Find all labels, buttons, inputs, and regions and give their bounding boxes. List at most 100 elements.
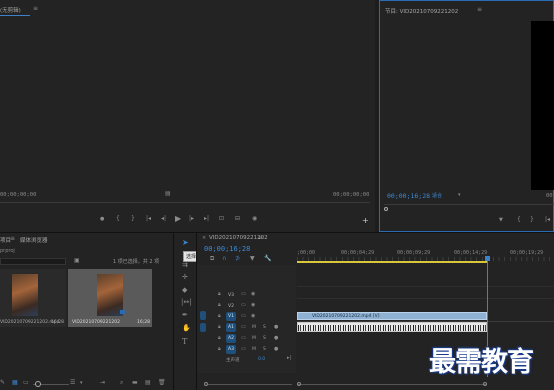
panel-divider[interactable] (0, 232, 554, 233)
source-monitor-tab[interactable]: (无剪辑) (0, 6, 21, 14)
slip-tool-icon[interactable]: |↔| (181, 299, 192, 306)
project-item[interactable]: VID20210709221202 16;28 (68, 269, 152, 327)
lock-icon[interactable]: 🔒︎ (218, 314, 221, 319)
project-item[interactable]: VID20210709221202.mp4 16;28 (0, 269, 66, 327)
master-volume[interactable]: 0.0 (258, 357, 265, 362)
scrollbar-left-handle[interactable] (297, 382, 301, 386)
go-to-in-icon[interactable]: |◂ (545, 217, 550, 223)
chevron-down-icon[interactable]: ▾ (80, 381, 83, 386)
step-forward-icon[interactable]: |▸ (189, 216, 194, 222)
new-search-bin-icon[interactable]: ▣ (74, 258, 80, 264)
mute-button[interactable]: M (252, 336, 256, 341)
menu-icon[interactable]: ≡ (33, 5, 38, 12)
playhead-handle-icon[interactable] (384, 207, 388, 211)
nest-sequence-icon[interactable]: ⧉ (210, 256, 214, 262)
add-marker-icon[interactable]: ● (100, 217, 104, 222)
sync-lock-icon[interactable]: ▭ (241, 292, 246, 297)
lock-icon[interactable]: 🔒︎ (218, 303, 221, 308)
mark-out-icon[interactable]: } (530, 217, 534, 223)
razor-tool-icon[interactable]: ◆ (182, 287, 187, 294)
track-label-v3[interactable]: V3 (226, 291, 236, 300)
add-marker-icon[interactable]: ▼ (499, 218, 503, 223)
menu-icon[interactable]: ≡ (258, 234, 263, 241)
source-patch-a1[interactable] (200, 323, 206, 332)
solo-button[interactable]: S (263, 325, 266, 330)
menu-icon[interactable]: ≡ (477, 6, 482, 13)
overwrite-icon[interactable]: ⊟ (235, 216, 240, 222)
sync-lock-icon[interactable]: ▭ (241, 336, 246, 341)
microphone-icon[interactable]: ● (274, 347, 278, 352)
panel-divider[interactable] (173, 233, 174, 390)
find-icon[interactable]: ⌕ (120, 380, 123, 386)
menu-icon[interactable]: ≡ (10, 235, 15, 242)
media-browser-tab[interactable]: 媒体浏览器 (20, 236, 48, 244)
add-button-icon[interactable]: + (362, 217, 369, 225)
program-monitor-tab[interactable]: 节目: VID20210709221202 (385, 7, 458, 15)
audio-clip[interactable] (297, 322, 487, 332)
timeline-h-scrollbar[interactable] (297, 382, 487, 386)
solo-button[interactable]: S (263, 347, 266, 352)
sync-lock-icon[interactable]: ▭ (241, 325, 246, 330)
eye-icon[interactable]: ◉ (251, 314, 255, 319)
close-icon[interactable]: × (202, 235, 206, 241)
new-item-icon[interactable]: ▤ (145, 380, 151, 386)
linked-selection-icon[interactable]: ⊅ (235, 256, 240, 262)
track-select-tool-icon[interactable]: ⇉ (182, 262, 188, 269)
timeline-timecode[interactable]: 00;00;16;28 (204, 245, 250, 253)
play-icon[interactable]: ▶ (175, 215, 181, 223)
step-back-icon[interactable]: ◂| (161, 216, 166, 222)
mark-in-icon[interactable]: { (116, 216, 120, 222)
snap-icon[interactable]: ∩ (222, 256, 226, 262)
timeline-scrollbar[interactable] (204, 382, 296, 386)
hand-tool-icon[interactable]: ✋ (182, 325, 191, 332)
zoom-slider[interactable] (33, 381, 69, 387)
skip-end-icon[interactable]: ▸| (287, 356, 291, 361)
sync-lock-icon[interactable]: ▭ (241, 303, 246, 308)
work-area-bar[interactable] (297, 261, 487, 263)
program-timecode[interactable]: 00;00;16;28 (387, 192, 430, 200)
zoom-slider-handle[interactable] (35, 381, 41, 387)
clip-settings-icon[interactable]: ▤ (165, 191, 171, 197)
search-input[interactable] (0, 258, 66, 265)
lock-icon[interactable]: 🔒︎ (218, 347, 221, 352)
lock-icon[interactable]: 🔒︎ (218, 292, 221, 297)
microphone-icon[interactable]: ● (274, 336, 278, 341)
microphone-icon[interactable]: ● (274, 325, 278, 330)
scrollbar-right-handle[interactable] (483, 382, 487, 386)
list-view-icon[interactable]: ✎ (0, 380, 5, 386)
export-frame-icon[interactable]: ◉ (252, 216, 257, 222)
track-label-v2[interactable]: V2 (226, 302, 236, 311)
mark-in-icon[interactable]: { (517, 217, 521, 223)
icon-view-icon[interactable]: ▦ (12, 380, 18, 386)
go-to-out-icon[interactable]: ▸| (204, 216, 209, 222)
type-tool-icon[interactable]: T (182, 338, 187, 346)
sync-lock-icon[interactable]: ▭ (241, 314, 246, 319)
go-to-in-icon[interactable]: |◂ (146, 216, 151, 222)
sync-lock-icon[interactable]: ▭ (241, 347, 246, 352)
selection-tool-icon[interactable]: ➤ (182, 239, 189, 247)
automate-sequence-icon[interactable]: ⇥ (100, 380, 105, 386)
add-marker-icon[interactable]: ▼ (250, 256, 255, 262)
eye-icon[interactable]: ◉ (251, 303, 255, 308)
sort-icon[interactable]: ☰ (70, 380, 75, 386)
track-label-v1[interactable]: V1 (226, 312, 236, 321)
new-bin-icon[interactable]: ▬ (132, 380, 138, 386)
track-label-a3[interactable]: A3 (226, 345, 236, 354)
mute-button[interactable]: M (252, 347, 256, 352)
track-label-a1[interactable]: A1 (226, 323, 236, 332)
wrench-icon[interactable]: 🔧 (264, 256, 271, 262)
solo-button[interactable]: S (263, 336, 266, 341)
insert-icon[interactable]: ⊡ (219, 216, 224, 222)
lock-icon[interactable]: 🔒︎ (218, 336, 221, 341)
track-label-a2[interactable]: A2 (226, 334, 236, 343)
lock-icon[interactable]: 🔒︎ (218, 325, 221, 330)
source-scrub-bar[interactable] (0, 202, 370, 203)
mute-button[interactable]: M (252, 325, 256, 330)
eye-icon[interactable]: ◉ (251, 292, 255, 297)
playhead-marker[interactable] (485, 256, 490, 261)
source-patch-v1[interactable] (200, 311, 206, 320)
ripple-edit-tool-icon[interactable]: ✛ (182, 274, 188, 281)
program-scrub-bar[interactable] (384, 204, 554, 205)
panel-divider[interactable] (196, 233, 197, 390)
pen-tool-icon[interactable]: ✒ (182, 312, 188, 319)
